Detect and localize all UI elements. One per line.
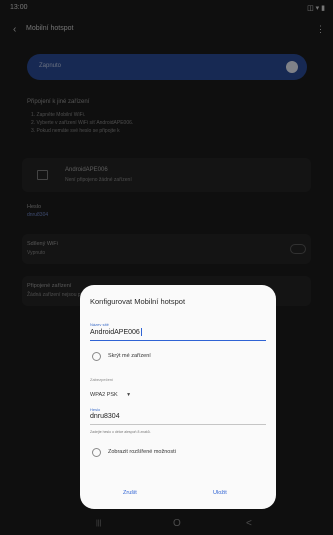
password-input[interactable]: dnru8304 xyxy=(90,413,120,420)
show-advanced-checkbox[interactable] xyxy=(92,448,101,457)
security-dropdown[interactable]: WPA2 PSK ▼ xyxy=(90,383,131,401)
text-cursor-icon xyxy=(140,328,142,336)
hide-device-label[interactable]: Skrýt mé zařízení xyxy=(108,353,151,359)
chevron-down-icon: ▼ xyxy=(126,392,132,398)
configure-hotspot-dialog: Konfigurovat Mobilní hotspot Název sítě … xyxy=(80,285,276,509)
network-name-underline xyxy=(90,340,266,341)
network-name-value: AndroidAPE006 xyxy=(90,328,140,336)
cancel-button[interactable]: Zrušit xyxy=(123,490,137,496)
password-label: Heslo xyxy=(90,407,101,412)
password-underline xyxy=(90,424,266,425)
dialog-title: Konfigurovat Mobilní hotspot xyxy=(90,297,186,306)
security-value: WPA2 PSK xyxy=(90,392,118,398)
hide-device-checkbox[interactable] xyxy=(92,352,101,361)
network-name-input[interactable]: AndroidAPE006 xyxy=(90,328,142,336)
security-label: Zabezpečení xyxy=(90,377,114,382)
password-helper-text: Zadejte heslo o délce alespoň 8 znaků. xyxy=(90,430,151,434)
settings-screen: 13:00 ◫ ▾ ▮ ‹ Mobilní hotspot ⋮ Zapnuto … xyxy=(0,0,333,535)
network-name-label: Název sítě xyxy=(90,322,109,327)
show-advanced-label[interactable]: Zobrazit rozšířené možnosti xyxy=(108,449,176,455)
save-button[interactable]: Uložit xyxy=(213,490,227,496)
